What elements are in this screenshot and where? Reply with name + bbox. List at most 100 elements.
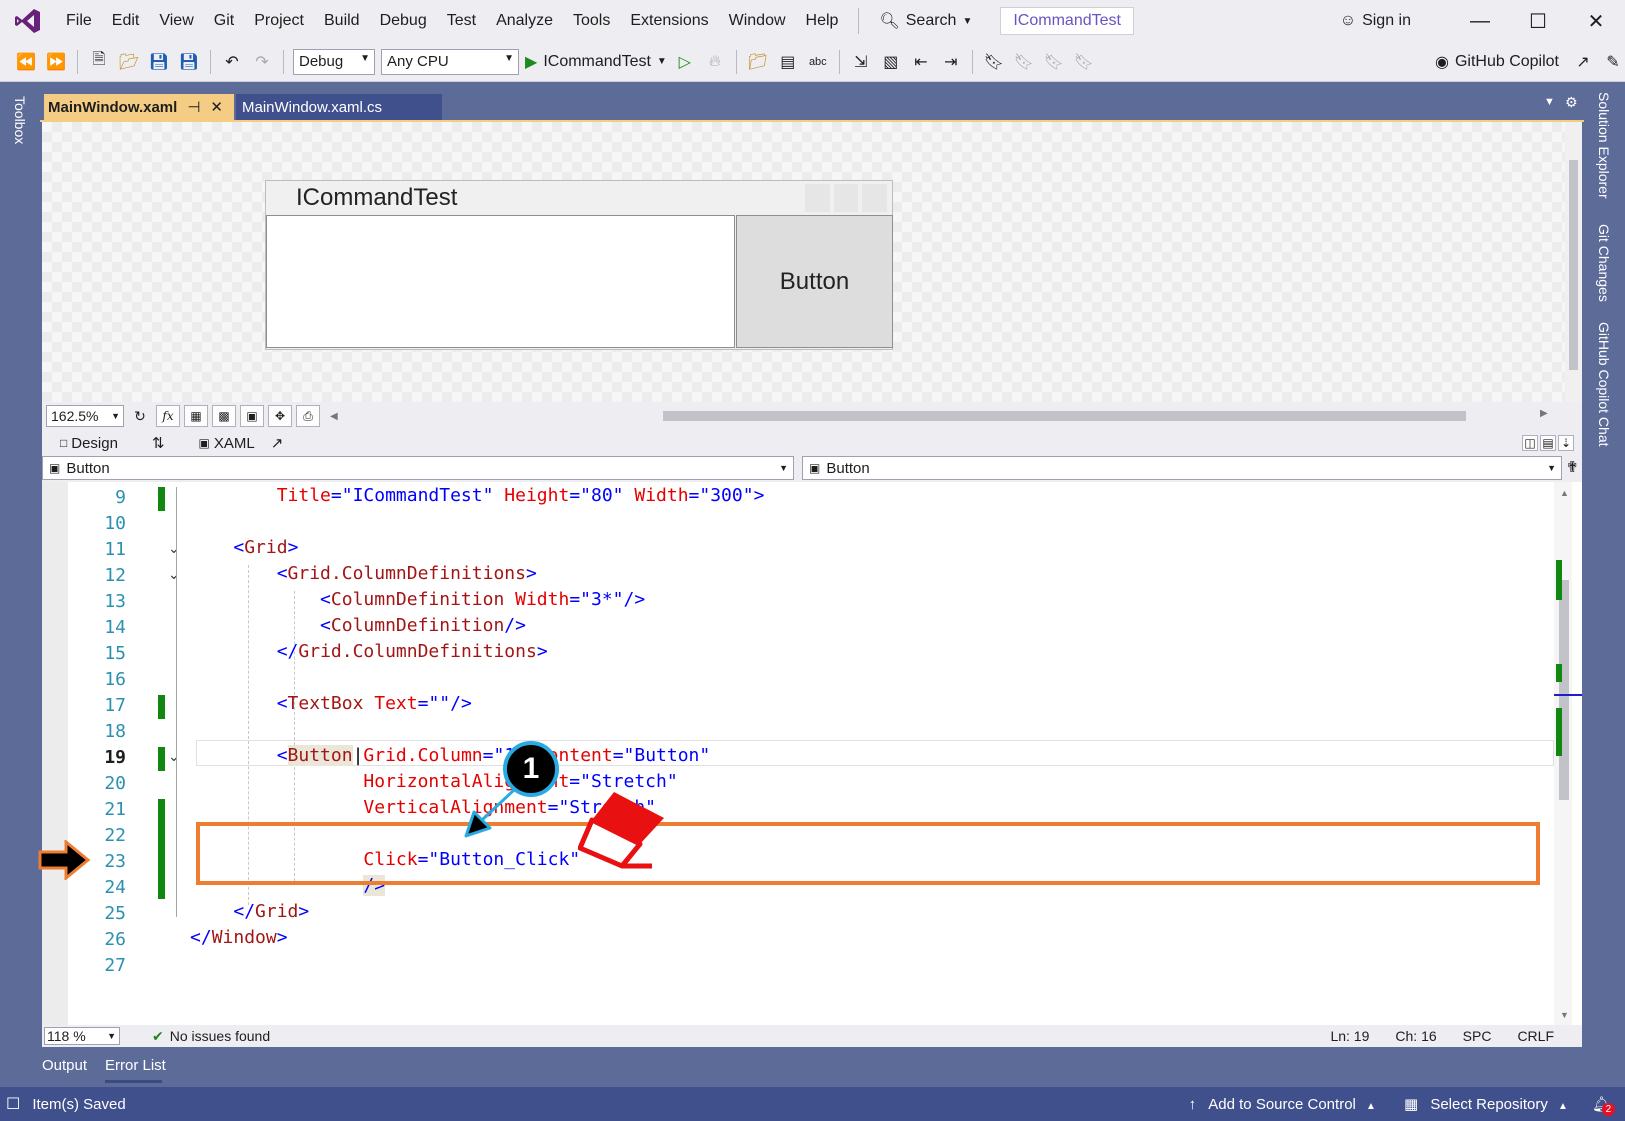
device-preview-icon[interactable]: ⎙ (296, 405, 320, 427)
forward-icon[interactable]: ⏩ (44, 50, 68, 74)
new-project-icon[interactable]: 🗎︎ (87, 50, 111, 74)
select-repository-button[interactable]: ▦ Select Repository ▲ (1404, 1095, 1568, 1113)
next-bookmark-icon[interactable]: 🔖︎ (1042, 50, 1066, 74)
line-ending-indicator[interactable]: CRLF (1517, 1028, 1554, 1044)
snap-to-snaplines-icon[interactable]: ✥ (268, 405, 292, 427)
menu-debug[interactable]: Debug (370, 0, 437, 42)
menu-project[interactable]: Project (244, 0, 314, 42)
github-copilot-button[interactable]: ◉ GitHub Copilot (1435, 52, 1559, 72)
split-editor-icon[interactable]: ✟ (1566, 458, 1579, 476)
effects-toggle[interactable]: fx (156, 405, 180, 427)
editor-vertical-scroll-thumb[interactable] (1559, 580, 1569, 800)
menu-view[interactable]: View (149, 0, 203, 42)
minimize-icon[interactable]: — (1451, 10, 1509, 33)
xaml-tab-label: XAML (213, 434, 255, 452)
maximize-icon[interactable]: ☐ (1509, 9, 1567, 34)
swap-panes-icon[interactable]: ⇅ (152, 434, 165, 452)
add-to-source-control-button[interactable]: ↑ Add to Source Control ▲ (1189, 1096, 1376, 1113)
close-icon[interactable]: ✕ (210, 98, 223, 116)
breakpoints-icon[interactable]: ▧ (879, 50, 903, 74)
undo-icon[interactable]: ↶ (220, 50, 244, 74)
save-all-icon[interactable]: 💾︎ (177, 50, 201, 74)
clear-bookmarks-icon[interactable]: 🔖︎ (1072, 50, 1096, 74)
prev-bookmark-icon[interactable]: 🔖︎ (1012, 50, 1036, 74)
step-into-icon[interactable]: ⇲ (849, 50, 873, 74)
grid-icon[interactable]: ▦ (184, 405, 208, 427)
collapse-pane-icon[interactable]: ⇣ (1558, 435, 1574, 451)
git-changes-tab[interactable]: Git Changes (1596, 224, 1612, 302)
horizontal-split-icon[interactable]: ▤ (1540, 435, 1556, 451)
menu-tools[interactable]: Tools (563, 0, 620, 42)
start-debugging-button[interactable]: ▶ ICommandTest ▼ (525, 52, 667, 72)
save-icon[interactable]: 💾︎ (147, 50, 171, 74)
pointer-arrow-icon (464, 788, 516, 838)
tab-mainwindow-xaml-cs[interactable]: MainWindow.xaml.cs (236, 94, 442, 120)
menu-git[interactable]: Git (204, 0, 244, 42)
menu-analyze[interactable]: Analyze (486, 0, 563, 42)
hot-reload-icon[interactable]: 🔥︎ (703, 50, 727, 74)
design-tab[interactable]: □ Design (60, 435, 118, 452)
tab-output[interactable]: Output (42, 1057, 87, 1074)
solution-explorer-tab[interactable]: Solution Explorer (1596, 92, 1612, 199)
platform-select[interactable]: Any CPU ▼ (381, 48, 519, 75)
designer-zoom-select[interactable]: 162.5% ▼ (46, 405, 124, 427)
issues-label[interactable]: No issues found (170, 1028, 270, 1044)
bookmark-icon[interactable]: 🔖︎ (982, 50, 1006, 74)
menu-edit[interactable]: Edit (102, 0, 150, 42)
editor-zoom-select[interactable]: 118 % ▼ (44, 1027, 120, 1045)
tab-overflow-icon[interactable]: ▼ (1544, 96, 1555, 108)
popout-xaml-icon[interactable]: ↗ (271, 434, 284, 452)
preview-textbox[interactable] (266, 215, 735, 348)
feedback-icon[interactable]: ✎ (1601, 50, 1625, 74)
sign-in-button[interactable]: ☺ Sign in (1340, 12, 1411, 30)
collapse-icon[interactable]: ⌄ (168, 540, 180, 557)
column-indicator[interactable]: Ch: 16 (1395, 1028, 1436, 1044)
scroll-left-icon[interactable]: ◀ (330, 411, 338, 422)
vertical-split-icon[interactable]: ◫ (1522, 435, 1538, 451)
spell-check-icon[interactable]: abc (806, 50, 830, 74)
indent-icon[interactable]: ⇥ (939, 50, 963, 74)
menu-help[interactable]: Help (796, 0, 849, 42)
configuration-select[interactable]: Debug ▼ (293, 48, 375, 75)
whitespace-indicator[interactable]: SPC (1463, 1028, 1492, 1044)
tab-mainwindow-xaml[interactable]: MainWindow.xaml ⊣ ✕ (44, 94, 234, 120)
scroll-right-icon[interactable]: ▶ (1540, 408, 1548, 419)
designer-vertical-scroll-thumb[interactable] (1569, 160, 1578, 370)
artboard-background-icon[interactable]: ▣ (240, 405, 264, 427)
menu-build[interactable]: Build (314, 0, 370, 42)
view-switch-bar: □ Design ⇅ ▣ XAML ↗ ◫ ▤ ⇣ (42, 430, 1582, 456)
line-indicator[interactable]: Ln: 19 (1330, 1028, 1369, 1044)
back-icon[interactable]: ⏪ (14, 50, 38, 74)
close-icon[interactable]: ✕ (1567, 9, 1625, 34)
menu-file[interactable]: File (56, 0, 102, 42)
member-scope-select[interactable]: ▣ Button ▼ (802, 456, 1562, 480)
type-scope-select[interactable]: ▣ Button ▼ (42, 456, 794, 480)
outdent-icon[interactable]: ⇤ (909, 50, 933, 74)
solution-explorer-icon[interactable]: 📁︎ (746, 50, 770, 74)
scroll-up-icon[interactable]: ▲ (1560, 488, 1569, 498)
search-button[interactable]: 🔍︎ Search ▼ (869, 0, 982, 42)
layout-icon[interactable]: ▤ (776, 50, 800, 74)
gear-icon[interactable]: ⚙ (1565, 94, 1578, 111)
collapse-icon[interactable]: ⌄ (168, 748, 180, 765)
preview-button[interactable]: Button (736, 215, 893, 348)
xaml-tab[interactable]: ▣ XAML (199, 435, 255, 452)
start-without-debugging-icon[interactable]: ▷ (673, 50, 697, 74)
pin-icon[interactable]: ⊣ (187, 98, 200, 116)
snap-gridlines-icon[interactable]: ▩ (212, 405, 236, 427)
designer-horizontal-scroll-thumb[interactable] (663, 411, 1466, 421)
share-icon[interactable]: ↗ (1571, 50, 1595, 74)
refresh-icon[interactable]: ↻ (128, 404, 152, 428)
collapse-icon[interactable]: ⌄ (168, 566, 180, 583)
redo-icon[interactable]: ↷ (250, 50, 274, 74)
copilot-chat-tab[interactable]: GitHub Copilot Chat (1596, 322, 1612, 447)
menu-test[interactable]: Test (437, 0, 486, 42)
notifications-button[interactable]: 🔔︎ 2 (1592, 1095, 1615, 1116)
open-file-icon[interactable]: 📂︎ (117, 50, 141, 74)
tab-error-list[interactable]: Error List (105, 1057, 166, 1074)
visual-studio-logo-icon[interactable] (0, 0, 56, 42)
menu-extensions[interactable]: Extensions (620, 0, 718, 42)
scroll-down-icon[interactable]: ▼ (1560, 1010, 1569, 1020)
toolbox-tab[interactable]: Toolbox (12, 96, 28, 144)
menu-window[interactable]: Window (719, 0, 796, 42)
